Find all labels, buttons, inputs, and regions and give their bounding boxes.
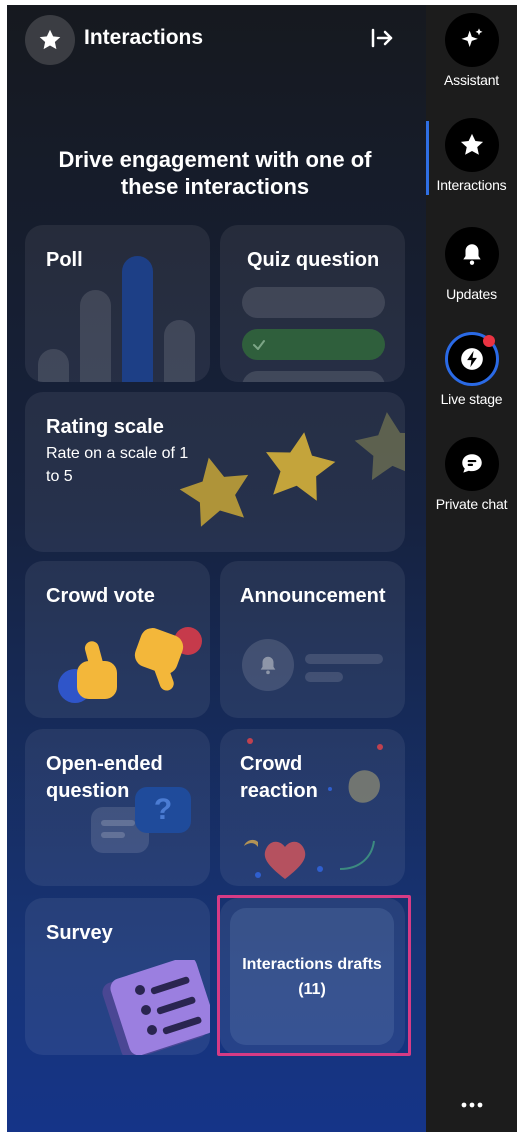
bell-icon [260,656,276,675]
question-mark-icon: ? [135,787,191,833]
crowd-reaction-card[interactable]: Crowd reaction [220,729,405,886]
poll-bar [164,320,195,382]
survey-title: Survey [46,922,113,944]
rating-scale-card[interactable]: Rating scale Rate on a scale of 1 to 5 [25,392,405,552]
rail-label-private-chat: Private chat [435,496,508,512]
survey-card[interactable]: Survey [25,898,210,1055]
interactions-star-badge [25,15,75,65]
poll-bar [80,290,111,382]
interactions-panel: Interactions Drive engagement with one o… [7,5,426,1132]
crowd-vote-card[interactable]: Crowd vote [25,561,210,718]
quiz-question-title: Quiz question [247,249,380,271]
chat-icon [444,437,499,491]
rail-label-live-stage: Live stage [440,391,503,407]
announcement-card[interactable]: Announcement [220,561,405,718]
quiz-question-card[interactable]: Quiz question [220,225,405,382]
bell-icon [444,227,499,281]
drafts-highlight-outline [217,895,411,1056]
rail-label-updates: Updates [446,286,497,302]
poll-bar [38,349,69,382]
stars-illustration [179,412,405,527]
collapse-panel-icon[interactable] [369,25,395,51]
open-ended-question-card[interactable]: Open-ended question ? [25,729,210,886]
rail-item-updates[interactable]: Updates [426,227,517,302]
announcement-line [305,654,383,664]
right-nav-rail: Assistant Interactions Updates Live stag… [426,5,517,1132]
poll-bar [122,256,153,382]
rail-item-private-chat[interactable]: Private chat [426,437,517,512]
rail-item-assistant[interactable]: Assistant [426,13,517,88]
rail-label-assistant: Assistant [444,72,499,88]
panel-headline: Drive engagement with one of these inter… [58,147,372,199]
lightning-icon [444,332,499,386]
quiz-option-correct [242,329,385,360]
rating-scale-title: Rating scale [46,416,164,438]
notification-dot [482,335,495,347]
star-icon [444,118,499,172]
reaction-illustration [244,738,383,879]
check-icon [253,340,265,350]
clipboard-illustration [102,960,210,1055]
announcement-title: Announcement [240,585,386,607]
rail-label-interactions: Interactions [436,177,507,193]
star-icon [39,29,61,50]
thumbs-icon [58,627,202,703]
more-options-button[interactable] [457,1095,487,1115]
poll-card[interactable]: Poll [25,225,210,382]
crowd-vote-title: Crowd vote [46,585,155,607]
rail-item-interactions[interactable]: Interactions [426,118,517,193]
panel-title: Interactions [84,26,204,49]
announcement-line [305,672,343,682]
rail-item-live-stage[interactable]: Live stage [426,332,517,407]
sparkle-icon [444,13,499,67]
more-dots-icon [461,1102,483,1108]
quiz-option [242,287,385,318]
announcement-bell-badge [242,639,294,691]
quiz-option [242,371,385,382]
poll-title: Poll [46,249,83,271]
